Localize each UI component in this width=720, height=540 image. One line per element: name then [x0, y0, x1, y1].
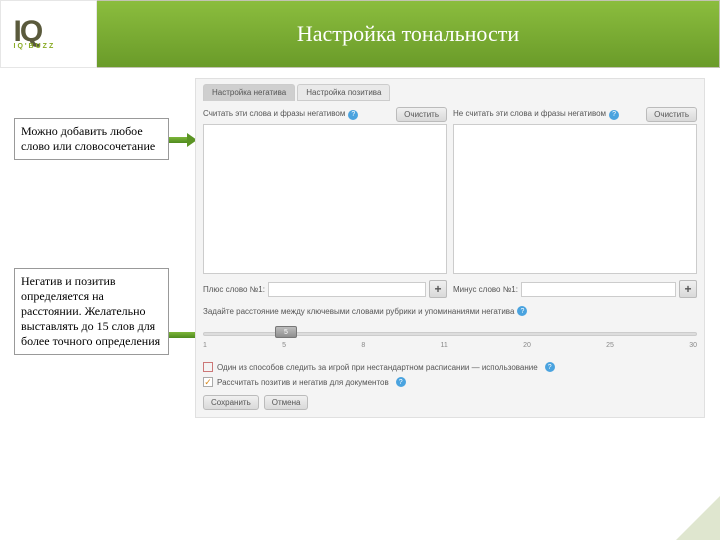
- corner-decoration: [676, 496, 720, 540]
- plus-word-group: Плюс слово №1: +: [203, 280, 447, 298]
- logo-subtext: IQ'BUZZ: [14, 43, 84, 50]
- negative-column: Считать эти слова и фразы негативом? Очи…: [203, 107, 447, 274]
- add-minus-button[interactable]: +: [679, 280, 697, 298]
- exclude-column: Не считать эти слова и фразы негативом? …: [453, 107, 697, 274]
- title-bar: Настройка тональности: [97, 0, 720, 68]
- annotation-1: Можно добавить любое слово или словосоче…: [14, 118, 169, 160]
- logo-text: IQ: [14, 18, 84, 45]
- tick: 30: [689, 342, 697, 349]
- help-icon[interactable]: ?: [517, 306, 527, 316]
- cancel-button[interactable]: Отмена: [264, 395, 309, 410]
- tick: 20: [523, 342, 531, 349]
- annotation-1-text: Можно добавить любое слово или словосоче…: [21, 124, 155, 153]
- tick: 8: [361, 342, 365, 349]
- logo: IQ IQ'BUZZ: [14, 18, 84, 50]
- add-plus-button[interactable]: +: [429, 280, 447, 298]
- plus-word-label: Плюс слово №1:: [203, 285, 265, 294]
- footer-buttons: Сохранить Отмена: [203, 395, 697, 410]
- slider-ticks: 1 5 8 11 20 25 30: [203, 342, 697, 349]
- tab-positive[interactable]: Настройка позитива: [297, 84, 390, 101]
- help-icon[interactable]: ?: [348, 110, 358, 120]
- negative-label: Считать эти слова и фразы негативом?: [203, 109, 358, 120]
- checkbox-2[interactable]: [203, 377, 213, 387]
- plus-word-input[interactable]: [268, 282, 426, 297]
- tick: 25: [606, 342, 614, 349]
- checkbox-row-1: Один из способов следить за игрой при не…: [203, 362, 697, 372]
- tab-negative[interactable]: Настройка негатива: [203, 84, 295, 101]
- distance-slider[interactable]: 5 1 5 8 11 20 25 30: [203, 328, 697, 358]
- tick: 1: [203, 342, 207, 349]
- tick: 5: [282, 342, 286, 349]
- columns: Считать эти слова и фразы негативом? Очи…: [203, 107, 697, 274]
- checkbox-row-2: Рассчитать позитив и негатив для докумен…: [203, 377, 697, 387]
- help-icon[interactable]: ?: [396, 377, 406, 387]
- tabs: Настройка негатива Настройка позитива: [203, 84, 697, 101]
- save-button[interactable]: Сохранить: [203, 395, 259, 410]
- add-row: Плюс слово №1: + Минус слово №1: +: [203, 280, 697, 298]
- logo-area: IQ IQ'BUZZ: [0, 0, 97, 68]
- checkbox-1-label: Один из способов следить за игрой при не…: [217, 363, 538, 372]
- clear-negative-button[interactable]: Очистить: [396, 107, 447, 122]
- negative-textarea[interactable]: [203, 124, 447, 274]
- minus-word-group: Минус слово №1: +: [453, 280, 697, 298]
- tick: 11: [441, 342, 448, 349]
- page-title: Настройка тональности: [297, 21, 519, 47]
- exclude-textarea[interactable]: [453, 124, 697, 274]
- help-icon[interactable]: ?: [609, 110, 619, 120]
- minus-word-input[interactable]: [521, 282, 676, 297]
- exclude-label: Не считать эти слова и фразы негативом?: [453, 109, 619, 120]
- slider-handle[interactable]: 5: [275, 326, 297, 338]
- minus-word-label: Минус слово №1:: [453, 285, 518, 294]
- help-icon[interactable]: ?: [545, 362, 555, 372]
- checkbox-2-label: Рассчитать позитив и негатив для докумен…: [217, 378, 389, 387]
- annotation-2-text: Негатив и позитив определяется на рассто…: [21, 274, 160, 348]
- header: IQ IQ'BUZZ Настройка тональности: [0, 0, 720, 68]
- clear-exclude-button[interactable]: Очистить: [646, 107, 697, 122]
- slider-label: Задайте расстояние между ключевыми слова…: [203, 306, 697, 316]
- settings-panel: Настройка негатива Настройка позитива Сч…: [195, 78, 705, 418]
- checkbox-1[interactable]: [203, 362, 213, 372]
- annotation-2: Негатив и позитив определяется на рассто…: [14, 268, 169, 355]
- arrow-1: [169, 135, 197, 145]
